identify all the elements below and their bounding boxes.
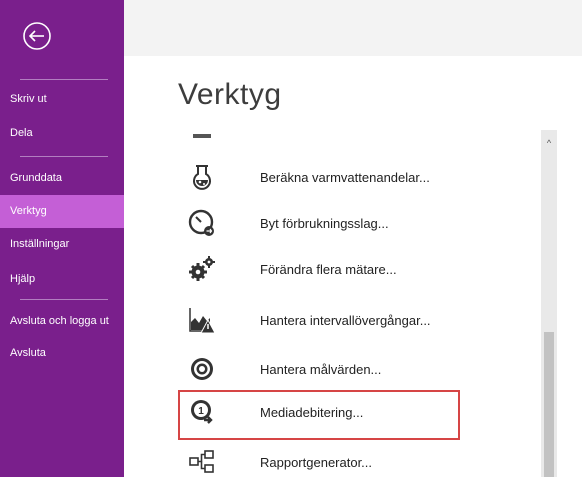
chart-warning-icon bbox=[189, 308, 216, 334]
beaker-icon bbox=[193, 165, 211, 190]
tool-item-target-values[interactable]: Hantera målvärden... bbox=[178, 347, 460, 393]
sidebar-item-help[interactable]: Hjälp bbox=[0, 263, 124, 296]
sidebar-item-print[interactable]: Skriv ut bbox=[0, 83, 124, 116]
flowchart-icon bbox=[189, 450, 214, 473]
tool-item-media-billing[interactable]: 1 Mediadebitering... bbox=[178, 390, 460, 440]
sidebar-divider bbox=[20, 299, 108, 300]
back-arrow-icon[interactable] bbox=[22, 21, 52, 51]
tool-item-report-generator[interactable]: Rapportgenerator... bbox=[178, 440, 460, 486]
tool-label: Hantera målvärden... bbox=[260, 362, 382, 377]
sidebar-item-basic-data[interactable]: Grunddata bbox=[0, 162, 124, 195]
sidebar-item-settings[interactable]: Inställningar bbox=[0, 228, 124, 261]
tool-label: Mediadebitering... bbox=[260, 405, 364, 420]
sidebar-item-tools[interactable]: Verktyg bbox=[0, 195, 124, 228]
sidebar: Skriv ut Dela Grunddata Verktyg Inställn… bbox=[0, 0, 124, 477]
target-icon bbox=[191, 358, 213, 380]
tool-label: Rapportgenerator... bbox=[260, 455, 373, 470]
top-bar bbox=[124, 0, 582, 56]
tool-item-change-meters[interactable]: Förändra flera mätare... bbox=[178, 247, 460, 293]
scrollbar-thumb[interactable] bbox=[544, 332, 554, 477]
sidebar-divider bbox=[20, 79, 108, 80]
tool-label: Hantera intervallövergångar... bbox=[260, 313, 431, 328]
svg-text:1: 1 bbox=[198, 406, 204, 417]
sidebar-item-share[interactable]: Dela bbox=[0, 117, 124, 150]
scroll-up-arrow-icon[interactable]: ^ bbox=[541, 136, 557, 150]
tool-item-change-consumption[interactable]: Byt förbrukningsslag... bbox=[178, 201, 460, 247]
gauge-swap-icon bbox=[188, 209, 214, 236]
tool-label: Byt förbrukningsslag... bbox=[260, 216, 389, 231]
tool-item-interval-transitions[interactable]: Hantera intervallövergångar... bbox=[178, 298, 460, 344]
sidebar-item-exit[interactable]: Avsluta bbox=[0, 337, 124, 370]
tool-label: Beräkna varmvattenandelar... bbox=[260, 170, 430, 185]
collapsed-item-indicator bbox=[193, 134, 211, 138]
page-title: Verktyg bbox=[178, 78, 282, 111]
media-billing-icon: 1 bbox=[191, 400, 213, 424]
sidebar-item-logout[interactable]: Avsluta och logga ut bbox=[0, 305, 124, 338]
gears-icon bbox=[189, 256, 215, 281]
sidebar-divider bbox=[20, 156, 108, 157]
tool-item-hot-water[interactable]: Beräkna varmvattenandelar... bbox=[178, 155, 460, 201]
tool-label: Förändra flera mätare... bbox=[260, 262, 397, 277]
